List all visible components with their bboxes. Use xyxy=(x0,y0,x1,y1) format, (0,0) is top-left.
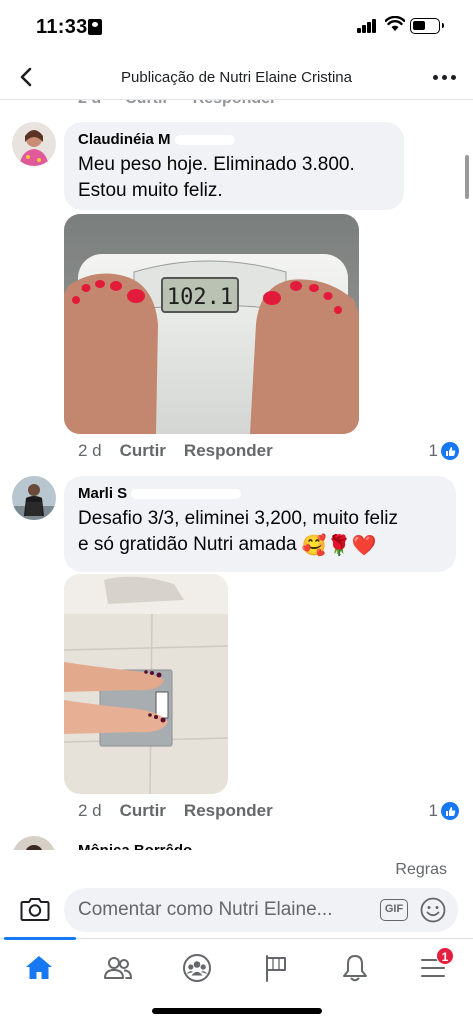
comment-placeholder: Comentar como Nutri Elaine... xyxy=(78,899,333,920)
tab-notifications[interactable] xyxy=(338,951,372,985)
comment-time: 2 d xyxy=(78,441,102,460)
emoji-icon[interactable] xyxy=(420,897,446,923)
like-reaction-icon xyxy=(441,802,459,820)
avatar[interactable] xyxy=(12,836,56,850)
scrollbar[interactable] xyxy=(465,155,469,199)
camera-icon[interactable] xyxy=(20,896,50,922)
comment-bubble[interactable]: Claudinéia M Meu peso hoje. Eliminado 3.… xyxy=(64,122,404,210)
home-icon xyxy=(26,956,52,979)
comment-author[interactable]: Mônica Borrêdo xyxy=(78,842,192,850)
like-reaction-icon xyxy=(441,442,459,460)
flag-icon xyxy=(266,955,286,982)
reply-button[interactable]: Responder xyxy=(184,801,273,821)
comment-input[interactable]: Comentar como Nutri Elaine... GIF xyxy=(64,888,458,932)
bell-icon xyxy=(343,955,367,982)
reaction-count[interactable]: 1 xyxy=(429,441,459,461)
tab-menu[interactable]: 1 xyxy=(416,947,454,985)
tab-friends[interactable] xyxy=(101,951,135,985)
active-tab-indicator xyxy=(4,937,76,940)
comment-bubble[interactable]: Marli S Desafio 3/3, eliminei 3,200, mui… xyxy=(64,476,456,572)
comment-author[interactable]: Marli S xyxy=(78,485,444,502)
comment-photo-scale[interactable]: 102.1 xyxy=(64,214,359,434)
cellular-signal-icon xyxy=(357,19,377,33)
tab-pages[interactable] xyxy=(259,951,293,985)
page-title: Publicação de Nutri Elaine Cristina xyxy=(121,69,352,86)
rules-link[interactable]: Regras xyxy=(395,861,447,879)
reaction-count[interactable]: 1 xyxy=(429,801,459,821)
comment-photo-scale[interactable] xyxy=(64,574,228,794)
comment-text: e só gratidão Nutri amada 🥰🌹❤️ xyxy=(78,534,377,557)
comment-text: Estou muito feliz. xyxy=(78,180,223,201)
comment-text: Desafio 3/3, eliminei 3,200, muito feliz xyxy=(78,508,398,529)
contact-card-icon xyxy=(88,19,102,35)
like-button[interactable]: Curtir xyxy=(120,441,166,461)
like-button[interactable]: Curtir xyxy=(120,801,166,821)
comment-actions: 2 d Curtir Responder xyxy=(78,801,273,821)
bottom-tab-bar: 1 xyxy=(0,937,473,1000)
groups-icon xyxy=(183,954,211,982)
comments-feed[interactable]: 2 d Curtir Responder Claudinéia M Meu peso… xyxy=(0,90,473,850)
avatar[interactable] xyxy=(12,476,56,520)
svg-text:102.1: 102.1 xyxy=(167,285,233,310)
friends-icon xyxy=(104,957,133,979)
post-header: Publicação de Nutri Elaine Cristina xyxy=(0,56,473,100)
reply-button[interactable]: Responder xyxy=(184,441,273,461)
comment-time: 2 d xyxy=(78,801,102,820)
gif-icon[interactable]: GIF xyxy=(380,899,408,921)
home-indicator xyxy=(152,1008,322,1014)
avatar[interactable] xyxy=(12,122,56,166)
notification-badge: 1 xyxy=(436,947,454,965)
more-options-icon[interactable] xyxy=(433,69,457,85)
battery-icon xyxy=(410,18,444,34)
status-time: 11:33 xyxy=(36,16,88,38)
wifi-icon xyxy=(385,16,405,31)
comment-composer: Regras Comentar como Nutri Elaine... GIF xyxy=(0,850,473,940)
tab-groups[interactable] xyxy=(180,951,214,985)
comment-author[interactable]: Claudinéia M xyxy=(78,131,392,148)
comment-text: Meu peso hoje. Eliminado 3.800. xyxy=(78,154,355,175)
status-bar: 11:33 xyxy=(0,0,473,54)
tab-home[interactable] xyxy=(22,951,56,985)
comment-actions: 2 d Curtir Responder xyxy=(78,441,273,461)
